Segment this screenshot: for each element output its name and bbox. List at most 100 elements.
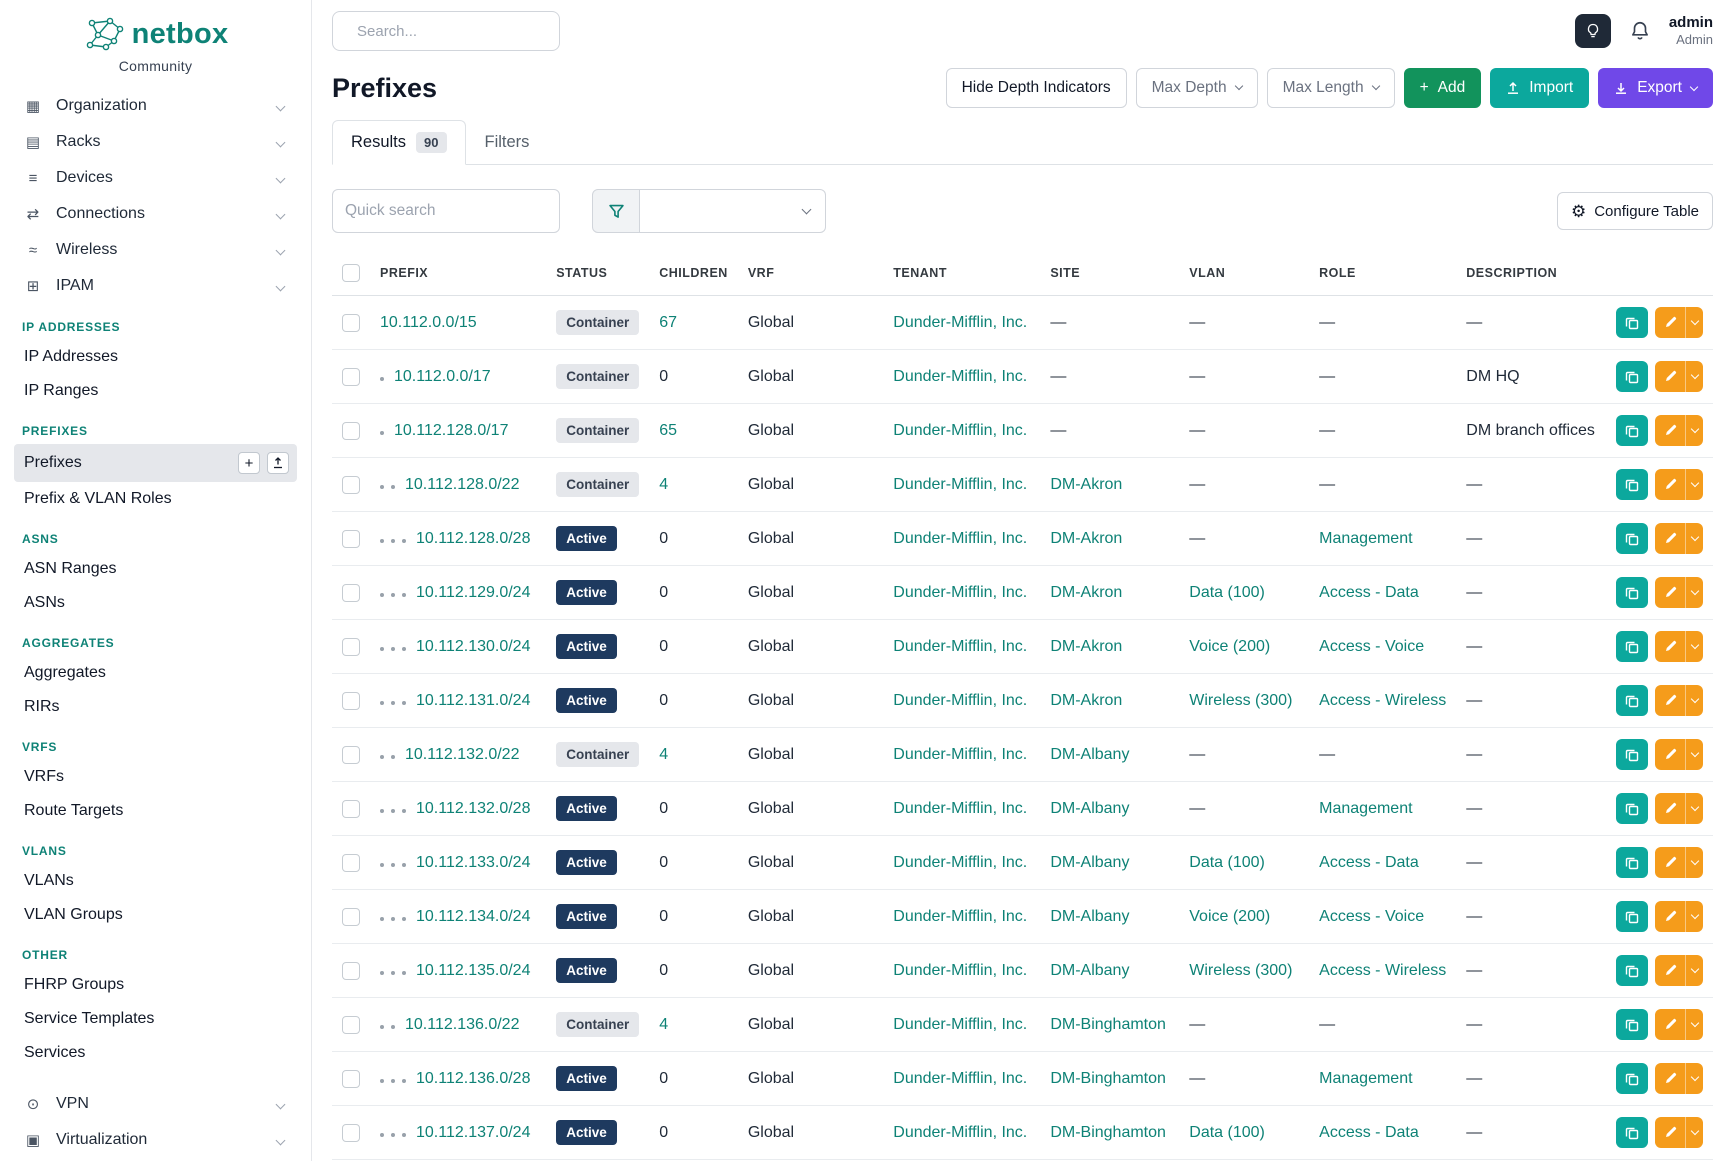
column-header-site[interactable]: SITE: [1040, 251, 1179, 296]
row-checkbox[interactable]: [342, 1016, 360, 1034]
row-checkbox[interactable]: [342, 530, 360, 548]
edit-button[interactable]: [1655, 739, 1703, 770]
sidebar-item-aggregates[interactable]: Aggregates +: [14, 656, 297, 690]
prefix-link[interactable]: 10.112.128.0/17: [394, 422, 508, 439]
sidebar-item-ip-ranges[interactable]: IP Ranges +: [14, 374, 297, 408]
tenant-link[interactable]: Dunder-Mifflin, Inc.: [893, 1016, 1027, 1033]
quick-add-button[interactable]: +: [238, 452, 260, 474]
clone-button[interactable]: [1616, 469, 1648, 500]
role-link[interactable]: —: [1319, 476, 1335, 493]
row-checkbox[interactable]: [342, 314, 360, 332]
row-checkbox[interactable]: [342, 1124, 360, 1142]
vlan-link[interactable]: Data (100): [1189, 1124, 1265, 1141]
tenant-link[interactable]: Dunder-Mifflin, Inc.: [893, 476, 1027, 493]
column-header-vlan[interactable]: VLAN: [1179, 251, 1309, 296]
edit-button[interactable]: [1655, 361, 1703, 392]
site-link[interactable]: DM-Albany: [1050, 908, 1129, 925]
children-link[interactable]: 0: [659, 1124, 668, 1141]
edit-button[interactable]: [1655, 1117, 1703, 1148]
role-link[interactable]: —: [1319, 314, 1335, 331]
site-link[interactable]: DM-Albany: [1050, 800, 1129, 817]
user-menu[interactable]: admin Admin: [1669, 14, 1713, 48]
prefix-link[interactable]: 10.112.131.0/24: [416, 692, 530, 709]
edit-button[interactable]: [1655, 523, 1703, 554]
site-link[interactable]: DM-Albany: [1050, 854, 1129, 871]
edit-button[interactable]: [1655, 577, 1703, 608]
role-link[interactable]: —: [1319, 746, 1335, 763]
sidebar-item-connections[interactable]: ⇄ Connections: [14, 196, 297, 232]
edit-button[interactable]: [1655, 469, 1703, 500]
vlan-link[interactable]: —: [1189, 368, 1205, 385]
search-input[interactable]: [355, 22, 558, 41]
tenant-link[interactable]: Dunder-Mifflin, Inc.: [893, 1124, 1027, 1141]
tenant-link[interactable]: Dunder-Mifflin, Inc.: [893, 854, 1027, 871]
prefix-link[interactable]: 10.112.130.0/24: [416, 638, 530, 655]
add-button[interactable]: + Add: [1404, 68, 1482, 108]
row-checkbox[interactable]: [342, 800, 360, 818]
edit-dropdown-caret[interactable]: [1685, 955, 1703, 986]
row-checkbox[interactable]: [342, 692, 360, 710]
row-checkbox[interactable]: [342, 908, 360, 926]
sidebar-item-asns[interactable]: ASNs +: [14, 586, 297, 620]
role-link[interactable]: —: [1319, 368, 1335, 385]
role-link[interactable]: Management: [1319, 530, 1412, 547]
role-link[interactable]: Access - Voice: [1319, 638, 1424, 655]
vlan-link[interactable]: Wireless (300): [1189, 692, 1292, 709]
import-button[interactable]: Import: [1490, 68, 1589, 108]
children-link[interactable]: 0: [659, 692, 668, 709]
column-header-vrf[interactable]: VRF: [738, 251, 883, 296]
column-header-role[interactable]: ROLE: [1309, 251, 1456, 296]
tenant-link[interactable]: Dunder-Mifflin, Inc.: [893, 908, 1027, 925]
edit-button[interactable]: [1655, 415, 1703, 446]
tenant-link[interactable]: Dunder-Mifflin, Inc.: [893, 746, 1027, 763]
prefix-link[interactable]: 10.112.128.0/22: [405, 476, 519, 493]
edit-dropdown-caret[interactable]: [1685, 631, 1703, 662]
hide-depth-indicators-button[interactable]: Hide Depth Indicators: [946, 68, 1127, 108]
vlan-link[interactable]: Data (100): [1189, 854, 1265, 871]
sidebar-item-vrfs[interactable]: VRFs +: [14, 760, 297, 794]
edit-dropdown-caret[interactable]: [1685, 685, 1703, 716]
export-button[interactable]: Export: [1598, 68, 1713, 108]
sidebar-item-route-targets[interactable]: Route Targets +: [14, 794, 297, 828]
edit-dropdown-caret[interactable]: [1685, 739, 1703, 770]
row-checkbox[interactable]: [342, 422, 360, 440]
tenant-link[interactable]: Dunder-Mifflin, Inc.: [893, 314, 1027, 331]
tenant-link[interactable]: Dunder-Mifflin, Inc.: [893, 800, 1027, 817]
clone-button[interactable]: [1616, 415, 1648, 446]
clone-button[interactable]: [1616, 955, 1648, 986]
edit-button[interactable]: [1655, 847, 1703, 878]
vlan-link[interactable]: —: [1189, 1016, 1205, 1033]
configure-table-button[interactable]: ⚙ Configure Table: [1557, 192, 1713, 230]
site-link[interactable]: DM-Albany: [1050, 746, 1129, 763]
column-header-prefix[interactable]: PREFIX: [370, 251, 546, 296]
sidebar-item-racks[interactable]: ▤ Racks: [14, 124, 297, 160]
site-link[interactable]: —: [1050, 314, 1066, 331]
column-header-description[interactable]: DESCRIPTION: [1456, 251, 1606, 296]
edit-dropdown-caret[interactable]: [1685, 1009, 1703, 1040]
prefix-link[interactable]: 10.112.129.0/24: [416, 584, 530, 601]
tenant-link[interactable]: Dunder-Mifflin, Inc.: [893, 692, 1027, 709]
role-link[interactable]: Access - Wireless: [1319, 962, 1446, 979]
sidebar-item-rirs[interactable]: RIRs +: [14, 690, 297, 724]
tenant-link[interactable]: Dunder-Mifflin, Inc.: [893, 1070, 1027, 1087]
sidebar-item-ip-addresses[interactable]: IP Addresses +: [14, 340, 297, 374]
clone-button[interactable]: [1616, 631, 1648, 662]
children-link[interactable]: 0: [659, 584, 668, 601]
tenant-link[interactable]: Dunder-Mifflin, Inc.: [893, 422, 1027, 439]
sidebar-item-vlan-groups[interactable]: VLAN Groups +: [14, 898, 297, 932]
site-link[interactable]: —: [1050, 368, 1066, 385]
sidebar-item-devices[interactable]: ≡ Devices: [14, 160, 297, 196]
children-link[interactable]: 0: [659, 638, 668, 655]
clone-button[interactable]: [1616, 577, 1648, 608]
global-search[interactable]: [332, 11, 560, 51]
row-checkbox[interactable]: [342, 368, 360, 386]
filter-select[interactable]: [640, 189, 826, 233]
row-checkbox[interactable]: [342, 476, 360, 494]
max-length-dropdown[interactable]: Max Length: [1267, 68, 1395, 108]
site-link[interactable]: DM-Binghamton: [1050, 1124, 1166, 1141]
prefix-link[interactable]: 10.112.0.0/17: [394, 368, 491, 385]
edit-dropdown-caret[interactable]: [1685, 1063, 1703, 1094]
site-link[interactable]: DM-Akron: [1050, 692, 1122, 709]
edit-button[interactable]: [1655, 1009, 1703, 1040]
children-link[interactable]: 0: [659, 908, 668, 925]
